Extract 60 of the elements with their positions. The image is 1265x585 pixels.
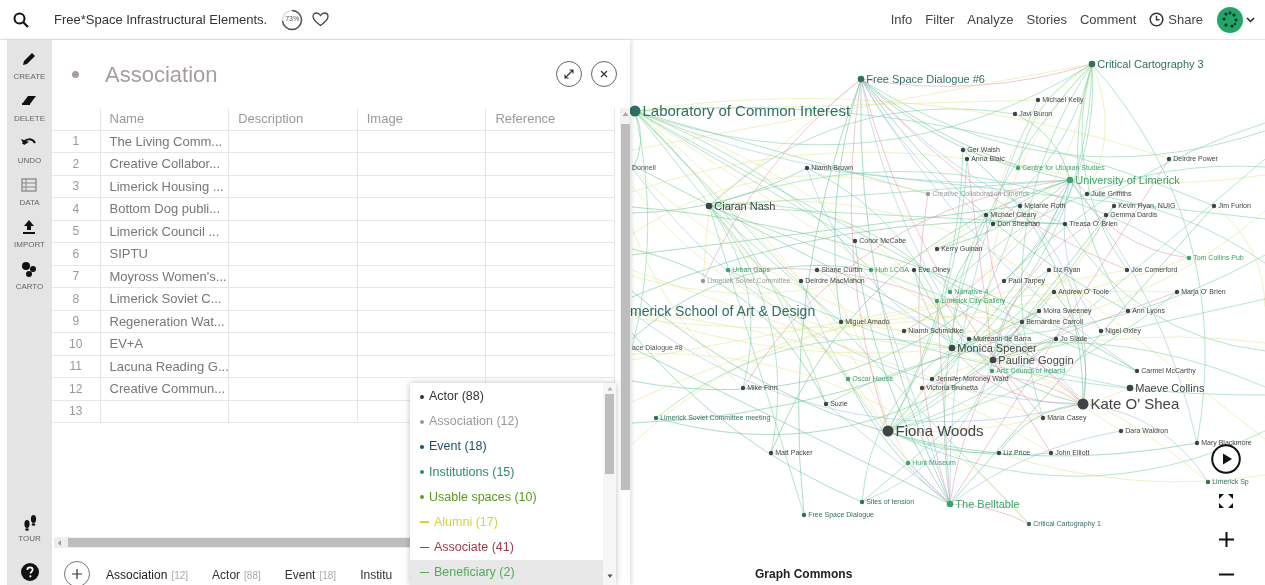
row-number: 6 [52, 242, 100, 265]
tool-label: CARTO [15, 281, 44, 293]
table-cell: Limerick Council ... [100, 220, 229, 243]
menu-item[interactable]: Usable spaces (10) [410, 484, 603, 510]
graph-node[interactable]: merick School of Art & Design [630, 302, 816, 319]
row-number: 5 [52, 220, 100, 243]
tab[interactable]: Association [12] [106, 566, 189, 585]
menu-item[interactable]: Institutions (15) [410, 459, 603, 485]
share-link[interactable]: Share [1168, 9, 1203, 30]
tool-label: TOUR [18, 533, 41, 545]
row-number: 4 [52, 197, 100, 220]
tool-label: DATA [19, 197, 40, 209]
row-number: 9 [52, 310, 100, 333]
row-number: 13 [52, 400, 100, 423]
table-cell: Limerick Housing ... [100, 175, 229, 198]
menu-link[interactable]: Info [890, 9, 913, 30]
menu-item[interactable]: Actor (88) [410, 384, 603, 410]
table-cell: SIPTU [100, 242, 229, 265]
graph-node[interactable]: Laboratory of Common Interest [630, 102, 851, 120]
row-number: 2 [52, 152, 100, 175]
graph-node[interactable]: Free Space Dialogue #6 [857, 72, 985, 85]
tool-label: IMPORT [14, 239, 45, 251]
row-number: 1 [52, 130, 100, 153]
table-cell: Regeneration Wat... [100, 310, 229, 333]
row-number: 8 [52, 287, 100, 310]
row-number: 12 [52, 377, 100, 400]
graph-credit: Graph Commons [755, 566, 853, 583]
tool-label: UNDO [17, 155, 42, 167]
graph-node[interactable]: Ciaran Nash [705, 199, 776, 212]
menu-link[interactable]: Analyze [967, 9, 1014, 30]
graph-node[interactable]: Pauline Goggin [989, 353, 1074, 366]
table-cell: Creative Collabor... [100, 152, 229, 175]
row-number: 10 [52, 332, 100, 355]
table-cell: Limerick Soviet C... [100, 287, 229, 310]
row-number: 11 [52, 355, 100, 378]
graph-node[interactable]: Critical Cartography 3 [1088, 57, 1204, 70]
table-cell: EV+A [100, 332, 229, 355]
graph-node[interactable]: Monica Spencer [948, 341, 1037, 354]
graph-node[interactable]: Maeve Collins [1126, 381, 1205, 394]
row-number: 3 [52, 175, 100, 198]
graph-node[interactable]: Fiona Woods [882, 422, 984, 440]
menu-item[interactable]: Event (18) [410, 434, 603, 460]
table-cell: The Living Comm... [100, 130, 229, 153]
table-cell: Lacuna Reading G... [100, 355, 229, 378]
panel-title: Association [105, 60, 218, 89]
row-number: 7 [52, 265, 100, 288]
menu-link[interactable]: Comment [1079, 9, 1137, 30]
tool-label: CREATE [13, 71, 46, 83]
menu-link[interactable]: Stories [1026, 9, 1067, 30]
table-cell: Bottom Dog publi... [100, 197, 229, 220]
project-title: Free*Space Infrastructural Elements. [54, 10, 268, 29]
menu-link[interactable]: Filter [925, 9, 955, 30]
graph-node[interactable]: Kate O' Shea [1077, 395, 1180, 413]
tab[interactable]: Event [18] [284, 566, 337, 585]
tab[interactable]: Actor [88] [212, 566, 261, 585]
menu-item[interactable]: Associate (41) [410, 534, 603, 560]
tab[interactable]: Institu [360, 566, 393, 585]
table-cell: Moyross Women's... [100, 265, 229, 288]
table-cell: Creative Commun... [100, 377, 229, 400]
tool-label: DELETE [13, 113, 46, 125]
